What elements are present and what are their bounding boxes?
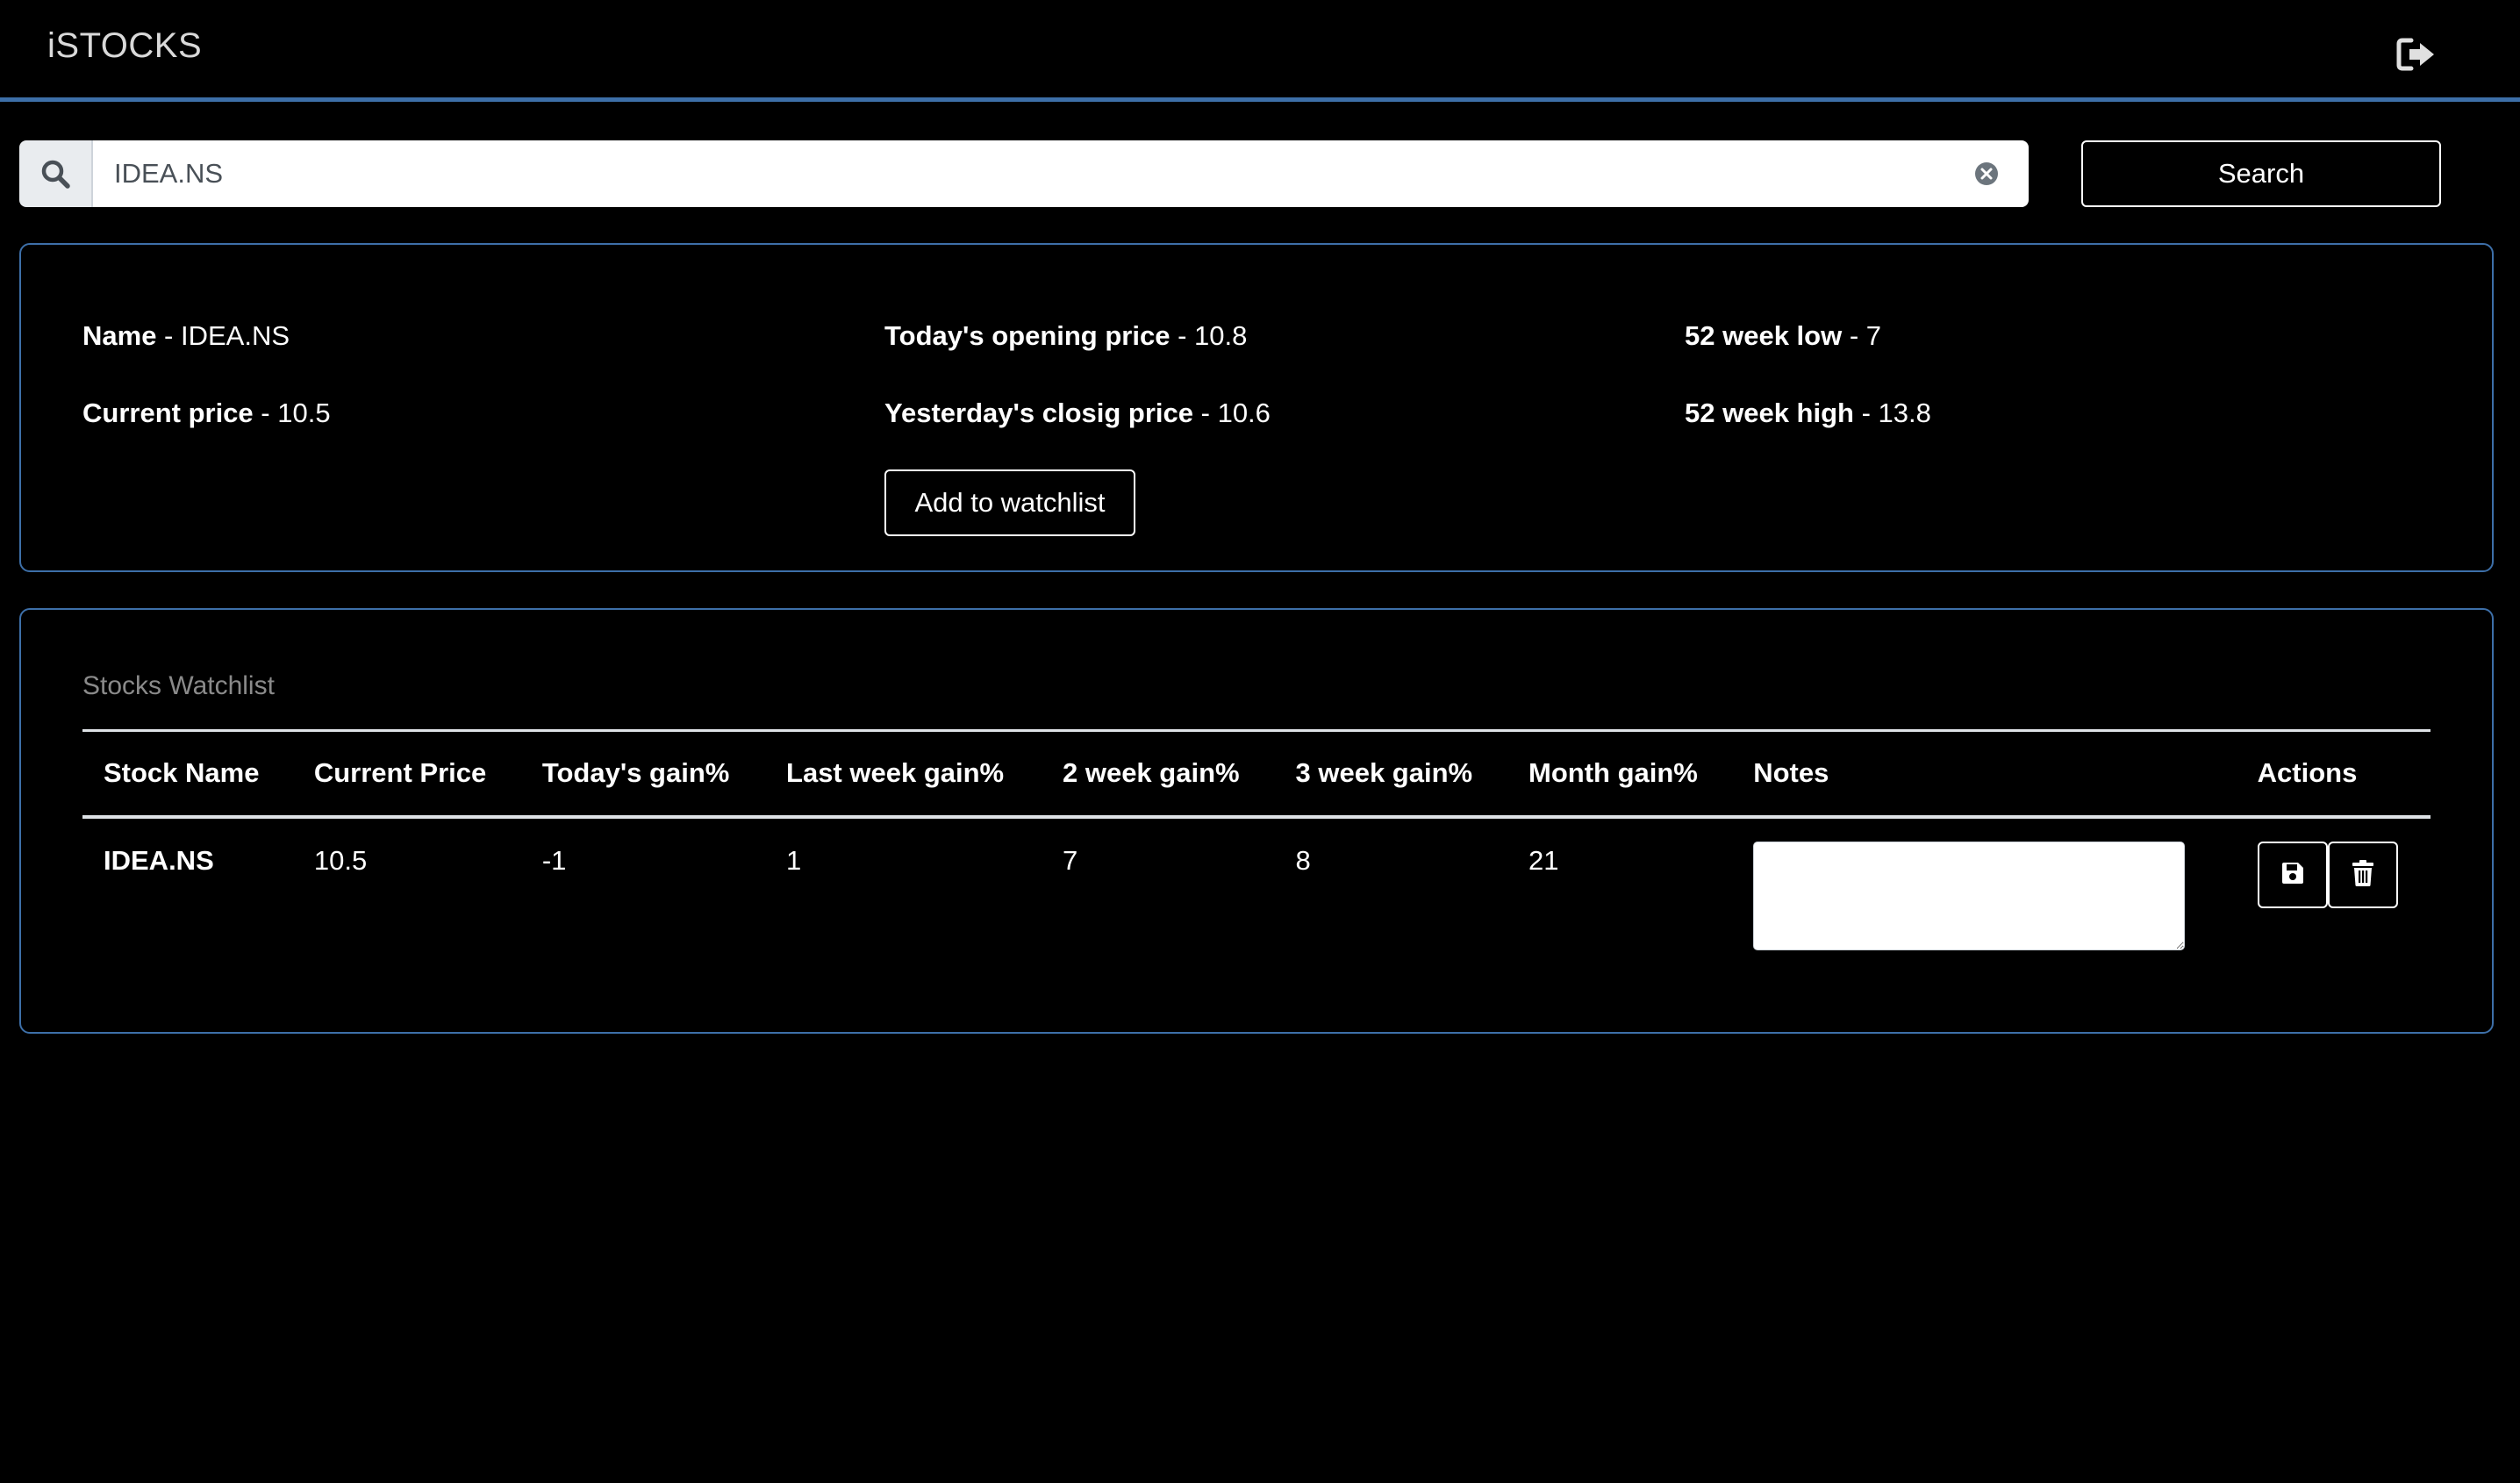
cell-todays-gain: -1 — [541, 844, 567, 876]
clear-circle-icon[interactable] — [1974, 161, 1999, 186]
detail-current-price-label: Current price — [82, 398, 254, 428]
detail-separator: - — [1842, 320, 1866, 351]
detail-separator: - — [1193, 398, 1218, 428]
column-header-last-week-gain: Last week gain% — [765, 729, 1042, 819]
column-header-2-week-gain: 2 week gain% — [1041, 729, 1275, 819]
search-group — [19, 140, 2029, 207]
detail-52-week-low: 52 week low - 7 — [1685, 320, 1881, 352]
search-icon — [19, 140, 93, 207]
cell-current-price: 10.5 — [313, 844, 368, 876]
detail-opening-price: Today's opening price - 10.8 — [884, 320, 1247, 352]
detail-separator: - — [1853, 398, 1879, 428]
delete-button[interactable] — [2327, 841, 2398, 908]
detail-high-value: 13.8 — [1878, 398, 1931, 428]
search-input-wrapper — [93, 140, 2029, 207]
floppy-disk-icon — [2280, 860, 2306, 889]
detail-current-price: Current price - 10.5 — [82, 398, 331, 429]
detail-low-label: 52 week low — [1685, 320, 1843, 351]
column-header-stock-name: Stock Name — [82, 729, 293, 819]
sign-out-icon[interactable] — [2395, 37, 2438, 72]
column-header-current-price: Current Price — [292, 729, 521, 819]
detail-52-week-high: 52 week high - 13.8 — [1685, 398, 1931, 429]
cell-notes — [1732, 817, 2236, 959]
cell-last-week-gain: 1 — [786, 844, 802, 876]
table-row: IDEA.NS 10.5 -1 1 7 8 21 — [82, 817, 2431, 959]
watchlist-title: Stocks Watchlist — [82, 671, 275, 700]
detail-separator: - — [253, 398, 278, 428]
detail-name-value: IDEA.NS — [181, 320, 290, 351]
detail-name-label: Name — [82, 320, 157, 351]
cell-month-gain: 21 — [1528, 844, 1559, 876]
table-header-row: Stock Name Current Price Today's gain% L… — [82, 729, 2431, 819]
detail-opening-value: 10.8 — [1194, 320, 1248, 351]
add-to-watchlist-button[interactable]: Add to watchlist — [884, 469, 1135, 536]
search-input[interactable] — [93, 140, 2029, 207]
watchlist-panel: Stocks Watchlist Stock Name Current Pric… — [19, 608, 2494, 1034]
search-button[interactable]: Search — [2081, 140, 2441, 207]
top-navbar: iSTOCKS — [0, 0, 2520, 102]
column-header-notes: Notes — [1732, 729, 2237, 819]
save-button[interactable] — [2257, 841, 2328, 908]
watchlist-table: Stock Name Current Price Today's gain% L… — [82, 729, 2431, 959]
detail-separator: - — [1170, 320, 1195, 351]
trash-icon — [2350, 859, 2376, 890]
detail-name: Name - IDEA.NS — [82, 320, 290, 352]
detail-closing-label: Yesterday's closig price — [884, 398, 1194, 428]
cell-actions — [2237, 817, 2431, 959]
detail-low-value: 7 — [1865, 320, 1882, 351]
detail-opening-label: Today's opening price — [884, 320, 1171, 351]
stock-details-panel: Name - IDEA.NS Current price - 10.5 Toda… — [19, 243, 2494, 572]
detail-current-price-value: 10.5 — [277, 398, 331, 428]
column-header-3-week-gain: 3 week gain% — [1274, 729, 1508, 819]
column-header-month-gain: Month gain% — [1507, 729, 1733, 819]
column-header-actions: Actions — [2236, 729, 2431, 819]
cell-2-week-gain: 7 — [1062, 844, 1078, 876]
notes-textarea[interactable] — [1753, 841, 2186, 950]
detail-closing-value: 10.6 — [1217, 398, 1271, 428]
detail-closing-price: Yesterday's closig price - 10.6 — [884, 398, 1271, 429]
cell-stock-name: IDEA.NS — [104, 844, 214, 876]
column-header-todays-gain: Today's gain% — [520, 729, 766, 819]
detail-high-label: 52 week high — [1685, 398, 1854, 428]
app-brand[interactable]: iSTOCKS — [47, 26, 202, 66]
cell-3-week-gain: 8 — [1295, 844, 1311, 876]
detail-separator: - — [156, 320, 181, 351]
